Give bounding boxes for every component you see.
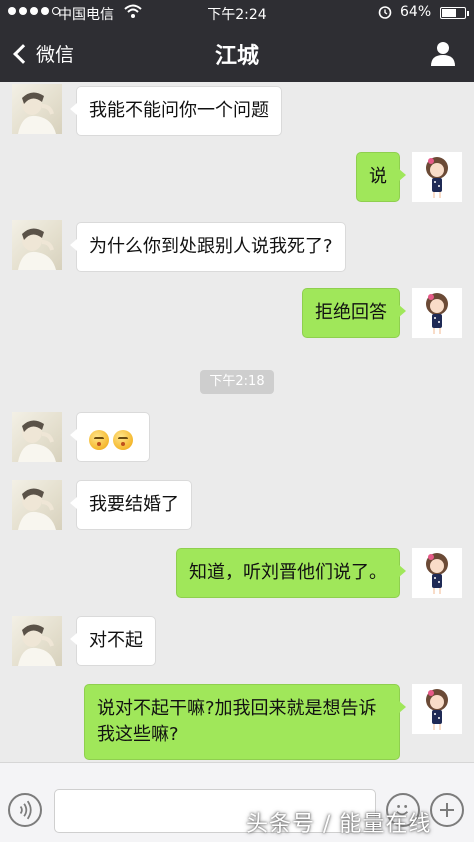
message-bubble-outgoing[interactable]: 说对不起干嘛?加我回来就是想告诉我这些嘛? [84, 684, 406, 760]
contact-avatar[interactable] [12, 412, 62, 462]
profile-icon[interactable] [430, 40, 456, 66]
contact-avatar[interactable] [12, 84, 62, 134]
message-bubble-incoming[interactable]: 为什么你到处跟别人说我死了? [70, 222, 346, 272]
contact-avatar[interactable] [12, 220, 62, 270]
kiss-face-emoji [89, 430, 109, 450]
message-bubble-incoming[interactable] [70, 412, 150, 462]
message-bubble-outgoing[interactable]: 拒绝回答 [302, 288, 406, 338]
timestamp-divider: 下午2:18 [200, 370, 274, 394]
message-bubble-incoming[interactable]: 我能不能问你一个问题 [70, 86, 282, 136]
battery-icon [440, 7, 469, 19]
message-input[interactable] [54, 789, 376, 833]
input-bar [0, 762, 474, 842]
voice-icon[interactable] [8, 793, 42, 827]
battery-level-fill [442, 9, 456, 17]
my-avatar[interactable] [412, 152, 462, 202]
contact-avatar[interactable] [12, 616, 62, 666]
back-label: 微信 [36, 44, 75, 66]
battery-percentage: 64% [400, 4, 432, 20]
plus-icon[interactable] [430, 793, 464, 827]
message-bubble-incoming[interactable]: 我要结婚了 [70, 480, 192, 530]
chat-area[interactable]: 我能不能问你一个问题 说 为什么你到处跟别人说我死了? 拒绝回答 下午2:18 … [0, 82, 474, 762]
status-bar: 中国电信 下午2:24 64% [0, 0, 474, 26]
message-bubble-incoming[interactable]: 对不起 [70, 616, 156, 666]
my-avatar[interactable] [412, 288, 462, 338]
back-button[interactable]: 微信 [10, 40, 74, 67]
my-avatar[interactable] [412, 684, 462, 734]
alarm-icon [378, 6, 392, 19]
nav-bar: 微信 江城 [0, 26, 474, 82]
emoji-icon[interactable] [386, 793, 420, 827]
contact-avatar[interactable] [12, 480, 62, 530]
message-bubble-outgoing[interactable]: 知道，听刘晋他们说了。 [176, 548, 406, 598]
chevron-left-icon [13, 43, 33, 64]
my-avatar[interactable] [412, 548, 462, 598]
message-bubble-outgoing[interactable]: 说 [356, 152, 406, 202]
kiss-face-emoji [113, 430, 133, 450]
